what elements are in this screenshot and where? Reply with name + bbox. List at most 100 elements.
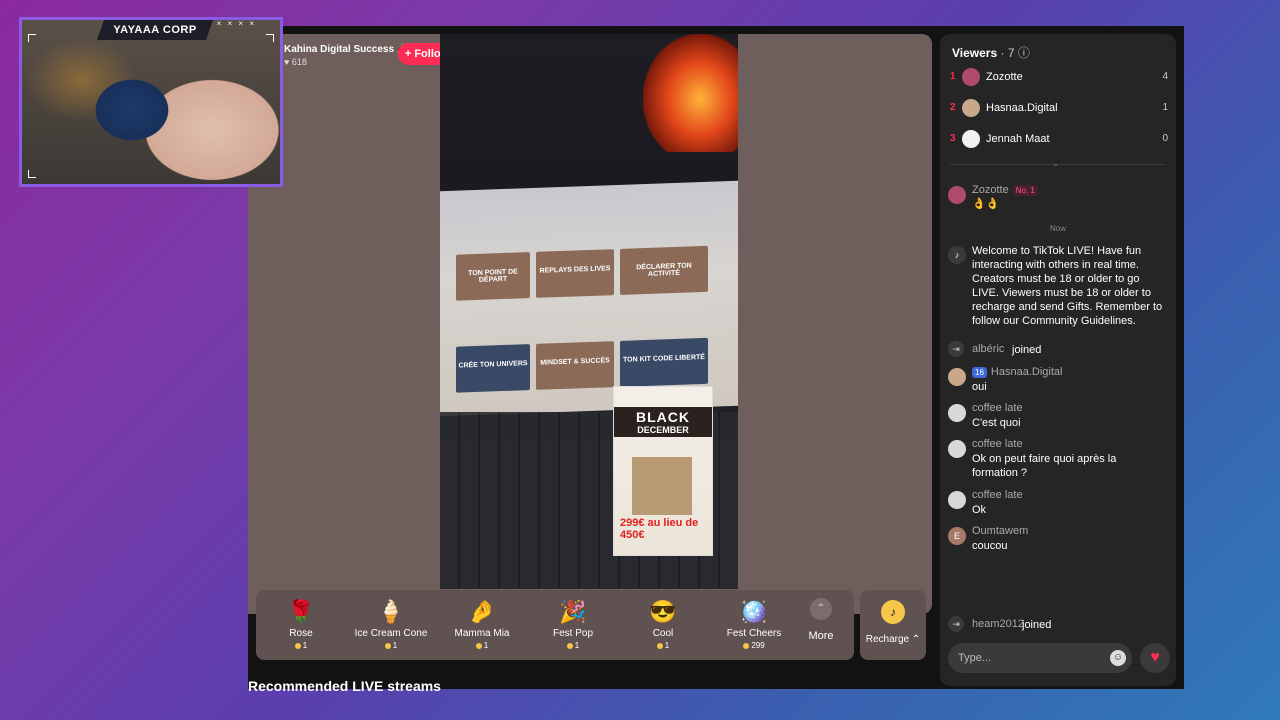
avatar[interactable] <box>948 404 966 422</box>
gift-item[interactable]: 😎 Cool 1 <box>623 598 703 650</box>
host-info[interactable]: Kahina Digital Success 🚀 ♥ 618 <box>284 44 409 67</box>
chat-message: 16 Hasnaa.Digital oui <box>948 366 1170 396</box>
poster-price: 299€ au lieu de 450€ <box>620 517 699 541</box>
corner-bracket-icon <box>266 34 274 42</box>
chat-text: Ok <box>972 504 987 516</box>
viewer-name: Hasnaa.Digital <box>986 102 1058 114</box>
gift-bar: 🌹 Rose 1 🍦 Ice Cream Cone 1 🤌 Mamma Mia … <box>256 590 854 660</box>
viewer-name: Jennah Maat <box>986 133 1050 145</box>
chat-panel: Viewers · 7 ⓘ 1 Zozotte 4 2 Hasnaa.Digit… <box>940 34 1176 686</box>
viewer-row[interactable]: 2 Hasnaa.Digital 1 <box>950 99 1168 119</box>
host-name[interactable]: Kahina Digital Success 🚀 <box>284 44 409 55</box>
coin-icon <box>656 642 663 649</box>
live-video[interactable]: TON POINT DE DÉPART REPLAYS DES LIVES DÉ… <box>440 34 738 589</box>
expand-chevron-icon[interactable]: ⌄ <box>1052 158 1060 169</box>
chat-username[interactable]: coffee late <box>972 438 1023 450</box>
chat-message: coffee late Ok <box>948 489 1170 519</box>
course-tile: TON KIT CODE LIBERTÉ <box>620 337 708 387</box>
ice-cream-icon: 🍦 <box>377 599 405 624</box>
gift-name: Rose <box>289 628 313 639</box>
chat-text: coucou <box>972 540 1008 552</box>
course-tile: TON POINT DE DÉPART <box>456 252 530 301</box>
system-message: ♪ Welcome to TikTok LIVE! Have fun inter… <box>948 244 1170 330</box>
poster-title: BLACK <box>614 407 712 425</box>
chat-text: oui <box>972 381 987 393</box>
course-tile: REPLAYS DES LIVES <box>536 249 614 298</box>
webcam-decoration: × × × × <box>216 19 256 28</box>
chat-text: Ok on peut faire quoi après la formation… <box>972 453 1117 479</box>
chat-text: C'est quoi <box>972 417 1021 429</box>
rose-icon: 🌹 <box>287 599 315 624</box>
heart-icon[interactable]: ♥ <box>1140 643 1170 673</box>
level-badge: 16 <box>972 366 987 378</box>
promo-poster: BLACK DECEMBER 299€ au lieu de 450€ <box>613 386 713 556</box>
gift-price: 1 <box>533 641 613 650</box>
viewer-score: 1 <box>1162 102 1168 113</box>
chat-message: coffee late Ok on peut faire quoi après … <box>948 438 1170 482</box>
join-action: joined <box>1022 619 1052 631</box>
gift-item[interactable]: 🤌 Mamma Mia 1 <box>442 598 522 650</box>
chat-username[interactable]: Zozotte No. 1 <box>972 184 1038 196</box>
emoji-icon[interactable]: ☺ <box>1110 650 1126 666</box>
course-tile: DÉCLARER TON ACTIVITÉ <box>620 245 708 295</box>
viewer-score: 4 <box>1162 71 1168 82</box>
gift-item[interactable]: 🎉 Fest Pop 1 <box>533 598 613 650</box>
recharge-button[interactable]: ♪ Recharge ⌃ <box>860 590 926 660</box>
recharge-label: Recharge ⌃ <box>865 634 921 645</box>
chat-username[interactable]: albéric <box>972 343 1004 355</box>
coin-icon <box>566 642 573 649</box>
chat-text: 👌👌 <box>972 198 1000 210</box>
chat-username[interactable]: 16 Hasnaa.Digital <box>972 366 1062 378</box>
gift-name: Fest Cheers <box>726 628 782 639</box>
avatar[interactable] <box>948 440 966 458</box>
avatar[interactable] <box>948 368 966 386</box>
coin-icon <box>294 642 301 649</box>
avatar <box>962 99 980 117</box>
welcome-text: Welcome to TikTok LIVE! Have fun interac… <box>972 245 1163 327</box>
poster-subtitle: DECEMBER <box>614 425 712 437</box>
webcam-overlay: YAYAAA CORP × × × × <box>19 17 283 187</box>
more-gifts-button[interactable]: ⌃ More <box>801 598 841 642</box>
viewer-rank: 3 <box>950 133 956 144</box>
avatar[interactable] <box>948 186 966 204</box>
viewer-row[interactable]: 1 Zozotte 4 <box>950 68 1168 88</box>
enter-icon: ⇥ <box>948 341 964 357</box>
chat-message: coffee late C'est quoi <box>948 402 1170 432</box>
viewer-name: Zozotte <box>986 71 1023 83</box>
join-action: joined <box>1012 344 1042 356</box>
coin-icon <box>743 642 750 649</box>
join-message: ⇥ heam2012 joined <box>948 616 1170 634</box>
viewers-header[interactable]: Viewers · 7 ⓘ <box>952 44 1030 61</box>
viewer-row[interactable]: 3 Jennah Maat 0 <box>950 130 1168 150</box>
disco-ball-icon: 🪩 <box>740 599 768 624</box>
host-likes: ♥ 618 <box>284 57 307 67</box>
avatar <box>962 130 980 148</box>
viewer-rank: 2 <box>950 102 956 113</box>
join-message: ⇥ albéric joined <box>948 341 1170 359</box>
chat-message: E Oumtawem coucou <box>948 525 1170 555</box>
gift-price: 1 <box>623 641 703 650</box>
avatar[interactable] <box>948 491 966 509</box>
more-label: More <box>808 630 834 642</box>
chat-input[interactable] <box>948 643 1132 673</box>
recommended-heading: Recommended LIVE streams <box>248 678 441 694</box>
gift-name: Mamma Mia <box>454 628 510 639</box>
chat-username[interactable]: coffee late <box>972 489 1023 501</box>
gift-item[interactable]: 🪩 Fest Cheers 299 <box>714 598 794 650</box>
gift-item[interactable]: 🌹 Rose 1 <box>261 598 341 650</box>
corner-bracket-icon <box>28 170 36 178</box>
coin-icon <box>475 642 482 649</box>
gift-name: Ice Cream Cone <box>354 628 428 639</box>
webcam-feed <box>22 20 280 184</box>
gift-price: 1 <box>442 641 522 650</box>
avatar[interactable]: E <box>948 527 966 545</box>
chat-username[interactable]: heam2012 <box>972 618 1024 630</box>
chat-username[interactable]: coffee late <box>972 402 1023 414</box>
gift-item[interactable]: 🍦 Ice Cream Cone 1 <box>351 598 431 650</box>
chat-username[interactable]: Oumtawem <box>972 525 1028 537</box>
coin-icon <box>384 642 391 649</box>
avatar <box>962 68 980 86</box>
live-stage: Kahina Digital Success 🚀 ♥ 618 + Follow … <box>248 34 932 614</box>
hand-gesture-icon: 🤌 <box>468 599 496 624</box>
viewers-title: Viewers <box>952 46 998 60</box>
